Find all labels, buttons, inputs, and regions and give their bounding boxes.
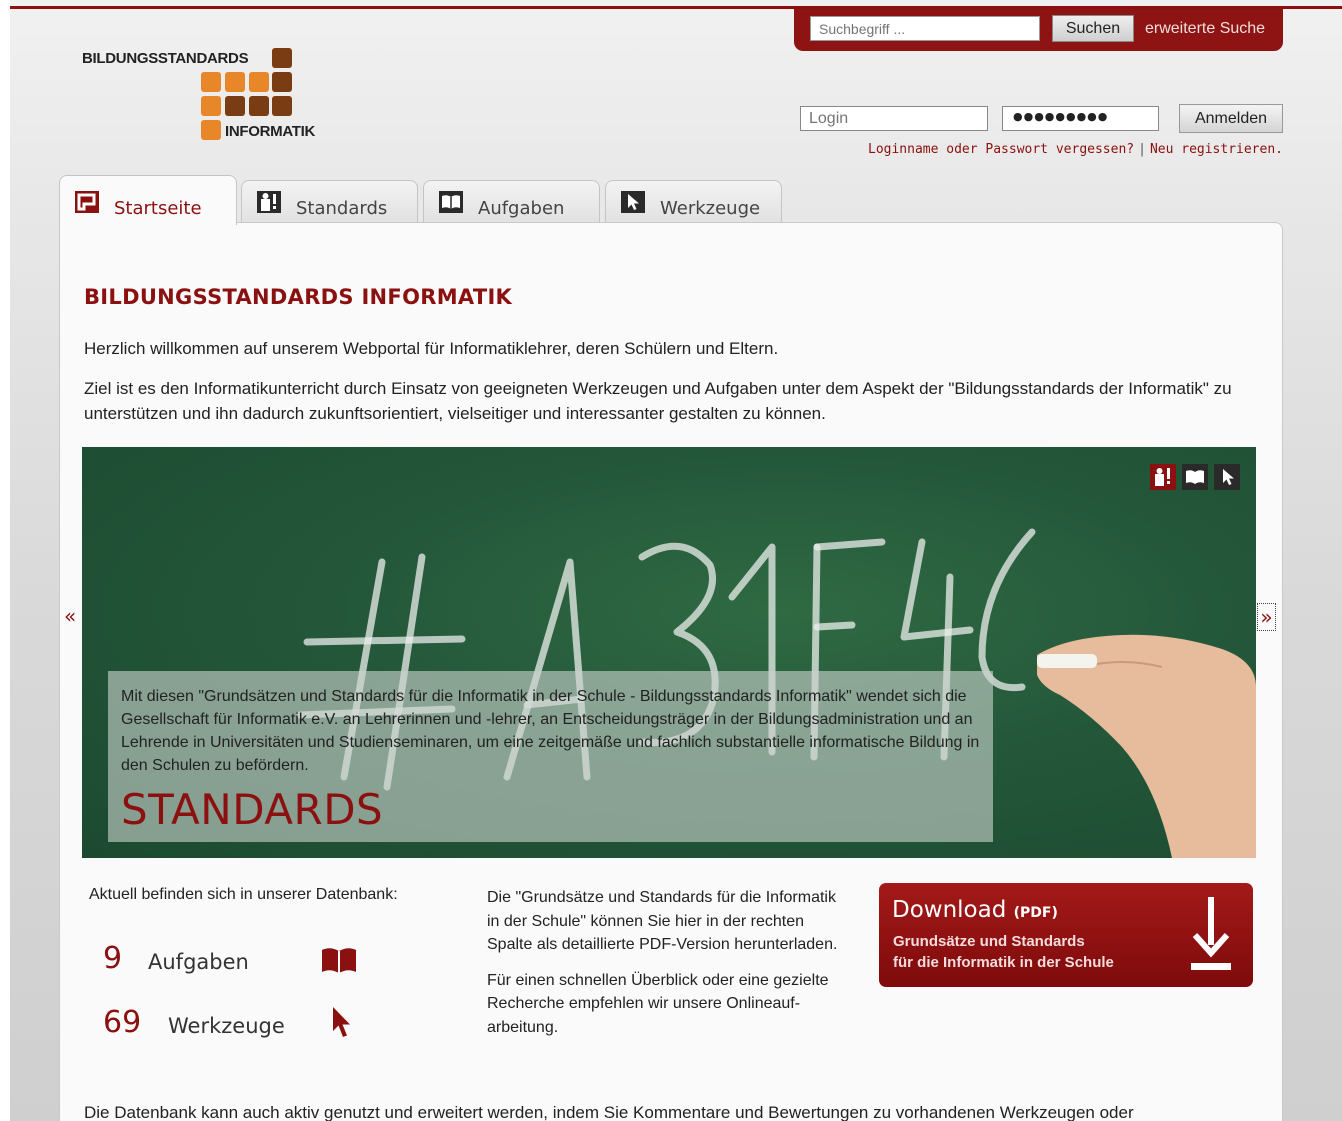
aufgaben-label[interactable]: Aufgaben: [148, 950, 249, 974]
tab-label: Standards: [296, 198, 388, 219]
aufgaben-count: 9: [103, 941, 123, 976]
logo-square: [272, 48, 292, 68]
download-label: Download: [892, 897, 1007, 923]
goal-text: Ziel ist es den Informatikunterricht dur…: [84, 379, 1232, 423]
login-links: Loginname oder Passwort vergessen? | Neu r…: [868, 142, 1283, 157]
download-subtitle-line: für die Informatik in der Schule: [893, 954, 1114, 971]
home-icon: [75, 191, 99, 213]
link-separator: |: [1138, 142, 1146, 157]
database-intro: Aktuell befinden sich in unserer Datenba…: [89, 886, 398, 903]
download-title: Download (PDF): [892, 897, 1058, 923]
logo-text-line1: BILDUNGSSTANDARDS: [82, 50, 249, 67]
info-paragraph: Die "Grundsätze und Standards für die In…: [487, 889, 838, 953]
hero-banner: Mit diesen "Grundsätzen und Standards fü…: [82, 447, 1256, 858]
download-subtitle: Grundsätze und Standards für die Informa…: [893, 931, 1153, 973]
book-icon[interactable]: [320, 945, 358, 975]
cursor-icon[interactable]: [330, 1006, 352, 1040]
tab-label: Startseite: [114, 198, 202, 219]
site-logo[interactable]: BILDUNGSSTANDARDS INFORMATIK: [82, 46, 342, 146]
download-format: (PDF): [1013, 905, 1058, 921]
banner-caption: Mit diesen "Grundsätzen und Standards fü…: [108, 671, 993, 842]
logo-text-line2: INFORMATIK: [225, 123, 316, 140]
logo-square: [225, 96, 245, 116]
tab-aufgaben[interactable]: Aufgaben: [423, 180, 600, 223]
logo-square: [201, 120, 221, 140]
tab-label: Werkzeuge: [660, 198, 761, 219]
login-input[interactable]: [800, 106, 988, 131]
bottom-paragraph: Die Datenbank kann auch aktiv genutzt un…: [84, 1103, 1134, 1121]
book-icon: [439, 191, 463, 213]
werkzeuge-count: 69: [103, 1005, 142, 1040]
page-title: BILDUNGSSTANDARDS INFORMATIK: [84, 285, 513, 309]
book-icon[interactable]: [1182, 464, 1208, 490]
register-link[interactable]: Neu registrieren.: [1150, 142, 1283, 157]
cursor-icon: [621, 191, 645, 213]
logo-square: [225, 72, 245, 92]
tab-startseite[interactable]: Startseite: [59, 175, 237, 225]
logo-square: [272, 72, 292, 92]
download-arrow-icon: [1191, 897, 1231, 970]
search-bar: Suchen erweiterte Suche: [794, 9, 1283, 51]
download-pdf-button[interactable]: Download (PDF) Grundsätze und Standards …: [879, 883, 1253, 987]
slider-prev-button[interactable]: «: [64, 604, 76, 628]
werkzeuge-label[interactable]: Werkzeuge: [168, 1014, 285, 1038]
login-button[interactable]: Anmelden: [1179, 104, 1283, 133]
tab-standards[interactable]: Standards: [241, 180, 418, 223]
banner-caption-text: Mit diesen "Grundsätzen und Standards fü…: [121, 688, 980, 774]
search-button[interactable]: Suchen: [1052, 15, 1134, 42]
search-input[interactable]: [810, 16, 1040, 41]
slider-next-button[interactable]: »: [1257, 603, 1276, 631]
logo-square: [249, 96, 269, 116]
intro-text: Herzlich willkommen auf unserem Webporta…: [84, 339, 779, 358]
tab-label: Aufgaben: [478, 198, 565, 219]
logo-square: [201, 72, 221, 92]
password-field[interactable]: ●●●●●●●●●: [1002, 106, 1159, 131]
advanced-search-link[interactable]: erweiterte Suche: [1145, 20, 1265, 38]
download-subtitle-line: Grundsätze und Standards: [893, 933, 1085, 950]
standards-icon: [257, 191, 281, 213]
tab-werkzeuge[interactable]: Werkzeuge: [605, 180, 782, 223]
banner-caption-title[interactable]: STANDARDS: [121, 785, 383, 834]
logo-square: [249, 72, 269, 92]
standards-icon[interactable]: [1150, 464, 1176, 490]
info-paragraph: Für einen schnellen Überblick oder eine …: [487, 971, 829, 1036]
info-column: Die "Grundsätze und Standards für die In…: [487, 886, 847, 1039]
logo-square: [272, 96, 292, 116]
cursor-icon[interactable]: [1214, 464, 1240, 490]
forgot-password-link[interactable]: Loginname oder Passwort vergessen?: [868, 142, 1134, 157]
banner-icon-group: [1144, 464, 1240, 490]
logo-square: [201, 96, 221, 116]
